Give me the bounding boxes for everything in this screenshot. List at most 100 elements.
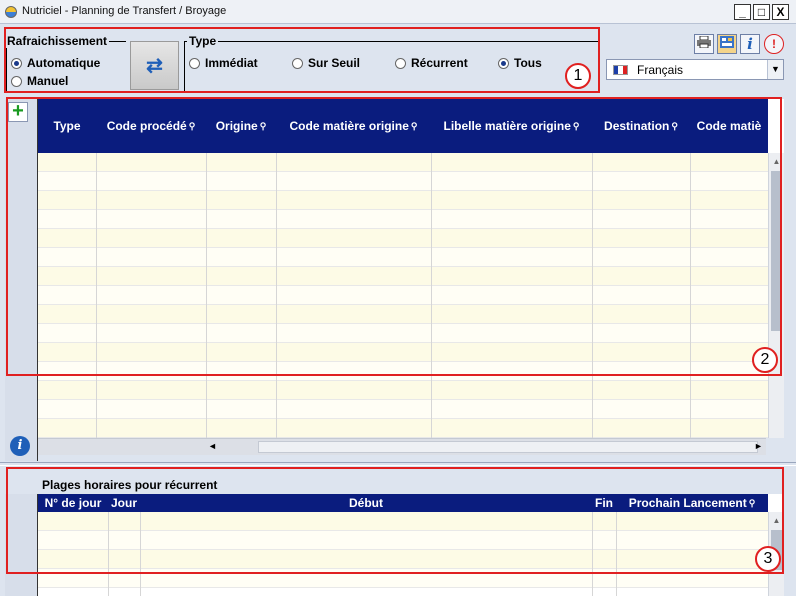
search-icon[interactable]: ⚲ [573, 121, 580, 132]
refresh-button[interactable]: ⇄ [130, 41, 179, 90]
grid-row[interactable] [38, 229, 768, 248]
grid-row[interactable] [38, 267, 768, 286]
settings-icon [720, 36, 734, 48]
transfer-grid: Type Code procédé ⚲ Origine ⚲ Code matière or… [38, 99, 784, 438]
grid-row[interactable] [38, 343, 768, 362]
grid-row[interactable] [38, 419, 768, 438]
title-bar: Nutriciel - Planning de Transfert / Broy… [0, 0, 796, 24]
print-button[interactable] [694, 34, 714, 54]
app-icon [5, 6, 17, 18]
schedule-row[interactable] [38, 531, 768, 550]
schedule-column-label: Prochain Lancement [628, 496, 747, 510]
search-icon[interactable]: ⚲ [189, 121, 196, 132]
radio-tous[interactable]: Tous [498, 56, 542, 70]
scroll-left-icon[interactable]: ◄ [208, 441, 217, 451]
grid-column-divider [690, 153, 691, 438]
grid-row[interactable] [38, 153, 768, 172]
schedule-column-header[interactable]: N° de jour [38, 494, 108, 512]
radio-dot[interactable] [11, 75, 22, 87]
grid-column-header[interactable]: Origine ⚲ [206, 99, 276, 153]
grid-column-divider [431, 153, 432, 438]
grid-row[interactable] [38, 210, 768, 229]
scroll-up-icon[interactable]: ▲ [769, 157, 784, 166]
schedule-row[interactable] [38, 550, 768, 569]
radio-sur-seuil[interactable]: Sur Seuil [292, 56, 360, 70]
grid-column-header[interactable]: Libelle matière origine ⚲ [431, 99, 592, 153]
printer-icon [697, 35, 711, 49]
grid-row[interactable] [38, 324, 768, 343]
schedule-column-header[interactable]: Prochain Lancement ⚲ [616, 494, 768, 512]
schedule-row[interactable] [38, 512, 768, 531]
schedule-column-header[interactable]: Début [140, 494, 592, 512]
close-button[interactable]: X [772, 4, 789, 20]
grid-vertical-scrollbar[interactable]: ▲ [768, 153, 784, 438]
grid-column-label: Code procédé [106, 119, 187, 133]
search-icon[interactable]: ⚲ [260, 121, 267, 132]
grid-column-header[interactable]: Type [38, 99, 96, 153]
radio-label: Immédiat [205, 56, 258, 70]
radio-label: Sur Seuil [308, 56, 361, 70]
bottom-left-toolbar [5, 494, 38, 596]
alert-button[interactable]: ! [764, 34, 784, 54]
grid-row[interactable] [38, 305, 768, 324]
grid-row[interactable] [38, 400, 768, 419]
refresh-icon: ⇄ [146, 55, 163, 77]
radio-dot[interactable] [189, 57, 200, 69]
radio-recurrent[interactable]: Récurrent [395, 56, 468, 70]
grid-column-header[interactable]: Code procédé ⚲ [96, 99, 206, 153]
radio-manuel[interactable]: Manuel [11, 74, 68, 88]
radio-dot[interactable] [498, 57, 509, 69]
maximize-button[interactable]: □ [753, 4, 770, 20]
radio-label: Récurrent [411, 56, 468, 70]
schedule-column-divider [140, 512, 141, 596]
search-icon[interactable]: ⚲ [671, 121, 678, 132]
search-icon[interactable]: ⚲ [411, 121, 418, 132]
scroll-up-icon[interactable]: ▲ [769, 516, 784, 525]
scrollbar-thumb[interactable] [771, 171, 782, 331]
schedule-column-divider [108, 512, 109, 596]
minimize-button[interactable]: _ [734, 4, 751, 20]
radio-immediat[interactable]: Immédiat [189, 56, 258, 70]
scroll-right-icon[interactable]: ► [754, 441, 763, 451]
radio-dot[interactable] [395, 57, 406, 69]
schedule-column-label: N° de jour [44, 496, 102, 510]
grid-column-divider [206, 153, 207, 438]
grid-row[interactable] [38, 248, 768, 267]
add-button[interactable]: + [8, 101, 28, 122]
grid-row[interactable] [38, 286, 768, 305]
grid-horizontal-scrollbar[interactable]: ◄ ► [38, 438, 766, 455]
grid-row[interactable] [38, 362, 768, 381]
grid-column-header[interactable]: Destination ⚲ [592, 99, 690, 153]
radio-automatique[interactable]: Automatique [11, 56, 100, 70]
radio-label: Tous [514, 56, 542, 70]
row-info-button[interactable]: i [10, 436, 30, 456]
grid-row[interactable] [38, 381, 768, 400]
radio-dot[interactable] [292, 57, 303, 69]
schedule-column-header[interactable]: Jour [108, 494, 140, 512]
recurrent-section-title: Plages horaires pour récurrent [42, 478, 218, 492]
schedule-row[interactable] [38, 569, 768, 588]
grid-column-header[interactable]: Code matiè [690, 99, 768, 153]
schedule-column-header[interactable]: Fin [592, 494, 616, 512]
language-select[interactable]: Français ▼ [606, 59, 784, 80]
france-flag-icon [613, 65, 628, 75]
settings-button[interactable] [717, 34, 737, 54]
grid-column-header[interactable]: Code matière origine ⚲ [276, 99, 431, 153]
grid-column-label: Origine [215, 119, 258, 133]
info-button[interactable]: i [740, 34, 760, 54]
callout-2: 2 [752, 347, 778, 373]
refresh-legend: Rafraichissement [5, 34, 110, 48]
grid-column-divider [96, 153, 97, 438]
callout-3: 3 [755, 546, 781, 572]
search-icon[interactable]: ⚲ [749, 498, 756, 509]
radio-dot[interactable] [11, 57, 22, 69]
grid-column-label: Code matiè [696, 119, 762, 133]
main-panel: Rafraichissement Automatique Manuel ⇄ Ty… [0, 24, 796, 596]
scrollbar-thumb[interactable] [258, 441, 758, 453]
grid-row[interactable] [38, 172, 768, 191]
radio-label: Automatique [27, 56, 101, 70]
grid-row[interactable] [38, 191, 768, 210]
language-value: Français [637, 63, 684, 77]
chevron-down-icon[interactable]: ▼ [767, 60, 783, 79]
schedule-column-divider [592, 512, 593, 596]
